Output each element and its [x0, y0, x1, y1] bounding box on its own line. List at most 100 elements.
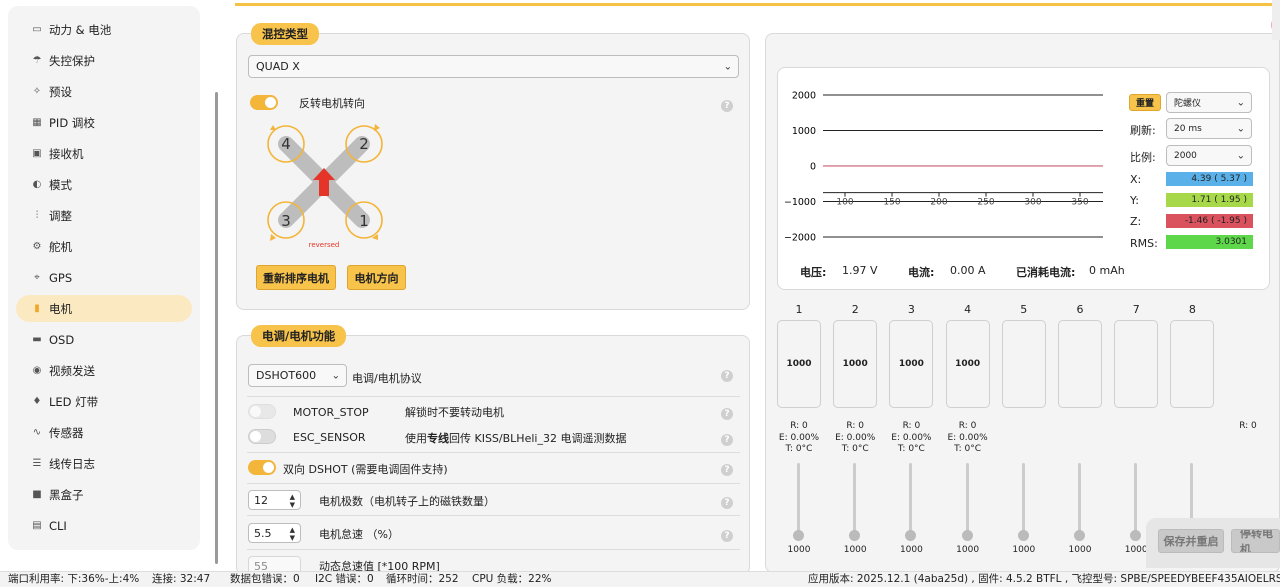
sidebar-item-label: 预设: [49, 84, 72, 99]
refresh-select[interactable]: 20 ms ⌄: [1166, 118, 1252, 139]
x-tick-label: 350: [1071, 198, 1088, 208]
packet-errors: 数据包错误：0: [230, 573, 300, 585]
sidebar-item[interactable]: ∿ 传感器: [16, 419, 192, 446]
reset-button[interactable]: 重置: [1129, 94, 1161, 111]
sidebar-item[interactable]: ▦ PID 调校: [16, 109, 192, 136]
motor-slider[interactable]: [793, 463, 804, 541]
sidebar-item[interactable]: ▤ CLI: [16, 512, 192, 539]
bidir-dshot-toggle[interactable]: [248, 460, 276, 475]
motor-number-label: 8: [1188, 303, 1196, 316]
help-icon[interactable]: ?: [721, 100, 733, 112]
motor-idle-label: 电机怠速 （%）: [319, 528, 399, 541]
current-label: 电流:: [908, 266, 935, 279]
consumed-label: 已消耗电流:: [1016, 266, 1076, 279]
sidebar-item[interactable]: ▭ 动力 & 电池: [16, 16, 192, 43]
sidebar-item[interactable]: ⌖ GPS: [16, 264, 192, 291]
motor-slider-value: 1000: [1012, 545, 1036, 555]
consumed-value: 0 mAh: [1089, 264, 1125, 277]
cpu-load: CPU 负载：22%: [472, 573, 552, 585]
motor-number-label: 2: [851, 303, 859, 316]
slider-knob[interactable]: [793, 530, 804, 541]
motor-output-meter: [1058, 320, 1102, 408]
toggle-icon: ◐: [32, 179, 42, 190]
sidebar-item-label: 线传日志: [49, 456, 95, 471]
motor-number-label: 4: [964, 303, 972, 316]
sidebar-item[interactable]: ☰ 线传日志: [16, 450, 192, 477]
sidebar-item[interactable]: ▮ 电机: [16, 295, 192, 322]
sliders-icon: ⫶: [35, 210, 39, 221]
sidebar-item[interactable]: ☂ 失控保护: [16, 47, 192, 74]
sidebar-item-label: 黑盒子: [49, 487, 84, 502]
refresh-label: 刷新:: [1130, 124, 1156, 137]
motor-poles-input[interactable]: 12 ▲ ▼: [248, 490, 301, 510]
help-icon[interactable]: ?: [721, 497, 733, 509]
slider-knob[interactable]: [1017, 530, 1029, 541]
master-stat: R: 0: [1239, 421, 1257, 431]
stop-motors-button[interactable]: 停转电机: [1231, 529, 1280, 553]
slider-knob[interactable]: [961, 530, 973, 541]
sidebar-item-label: 电机: [49, 301, 72, 316]
sidebar-item-label: 传感器: [49, 425, 84, 440]
help-icon[interactable]: ?: [721, 530, 733, 542]
slider-knob[interactable]: [1074, 530, 1085, 541]
motor-telemetry: E: 0.00%: [778, 432, 820, 443]
help-icon[interactable]: ?: [721, 434, 733, 446]
sidebar-item[interactable]: ▬ OSD: [16, 326, 192, 353]
status-bar: 端口利用率: 下:36%-上:4% 连接: 32:47 数据包错误：0 I2C …: [0, 571, 1280, 587]
sidebar-scrollbar[interactable]: [215, 92, 218, 564]
divider: [247, 483, 740, 484]
x-tick-label: 300: [1024, 198, 1041, 208]
esc-protocol-value: DSHOT600: [256, 369, 317, 382]
current-value: 0.00 A: [950, 264, 986, 277]
sidebar-item-label: 调整: [49, 208, 72, 223]
sidebar-item[interactable]: ▣ 接收机: [16, 140, 192, 167]
bulb-icon: ♦: [32, 396, 42, 407]
motor-direction-button[interactable]: 电机方向: [347, 265, 406, 290]
motor-idle-input[interactable]: 5.5 ▲ ▼: [248, 523, 301, 543]
motor-number-label: 1: [795, 303, 803, 316]
sidebar-item[interactable]: ⫶ 调整: [16, 202, 192, 229]
sidebar: ▭ 动力 & 电池 ☂ 失控保护 ✧ 预设 ▦ PID 调校 ▣ 接收机 ◐ 模式 ⫶ 调整 ⚙ 舵机 ⌖ GPS…: [0, 0, 212, 571]
motor-telemetry: E: 0.00%: [891, 432, 932, 443]
reverse-motor-toggle[interactable]: [250, 95, 278, 110]
motor-slider[interactable]: [1017, 463, 1029, 541]
blackbox-icon: ■: [32, 489, 42, 500]
mixer-type-select[interactable]: QUAD X ⌄: [248, 55, 739, 78]
help-icon[interactable]: ?: [721, 464, 733, 476]
divider: [247, 515, 740, 516]
motor-slider[interactable]: [1130, 463, 1142, 541]
sidebar-item[interactable]: ■ 黑盒子: [16, 481, 192, 508]
motor-slider[interactable]: [905, 463, 917, 541]
port-utilization: 端口利用率: 下:36%-上:4%: [8, 573, 140, 585]
motor-slider[interactable]: [961, 463, 973, 541]
esc-sensor-desc: 使用专线回传 KISS/BLHeli_32 电调遥测数据: [405, 432, 627, 445]
divider: [247, 396, 740, 397]
help-icon[interactable]: ?: [721, 370, 733, 382]
sidebar-item[interactable]: ♦ LED 灯带: [16, 388, 192, 415]
save-reboot-button[interactable]: 保存并重启: [1158, 529, 1224, 553]
motor-slider-value: 1000: [899, 545, 923, 555]
reorder-motors-button[interactable]: 重新排序电机: [256, 265, 336, 290]
motor-slider[interactable]: [849, 463, 861, 541]
scale-select[interactable]: 2000 ⌄: [1166, 145, 1252, 166]
cycle-time: 循环时间：252: [386, 573, 459, 585]
motor-stop-toggle[interactable]: [248, 404, 276, 419]
sensor-select[interactable]: 陀螺仪 ⌄: [1166, 92, 1252, 113]
terminal-icon: ▤: [32, 520, 42, 531]
z-axis-label: Z:: [1130, 215, 1142, 228]
sidebar-item[interactable]: ◐ 模式: [16, 171, 192, 198]
esc-protocol-select[interactable]: DSHOT600 ⌄: [248, 364, 347, 387]
motor-output-meter: 1000: [833, 320, 878, 408]
sidebar-item[interactable]: ✧ 预设: [16, 78, 192, 105]
voltage-value: 1.97 V: [842, 264, 878, 277]
right-edge-tab: [1272, 0, 1280, 40]
esc-sensor-toggle[interactable]: [248, 429, 276, 444]
sidebar-item-label: GPS: [49, 270, 73, 285]
sidebar-item[interactable]: ⚙ 舵机: [16, 233, 192, 260]
sidebar-item[interactable]: ◉ 视频发送: [16, 357, 192, 384]
motor-number-label: 5: [1020, 303, 1028, 316]
y-tick-label: −1000: [785, 197, 816, 208]
motor-slider[interactable]: [1074, 463, 1085, 541]
help-icon[interactable]: ?: [721, 408, 733, 420]
chevron-down-icon: ⌄: [723, 61, 732, 72]
